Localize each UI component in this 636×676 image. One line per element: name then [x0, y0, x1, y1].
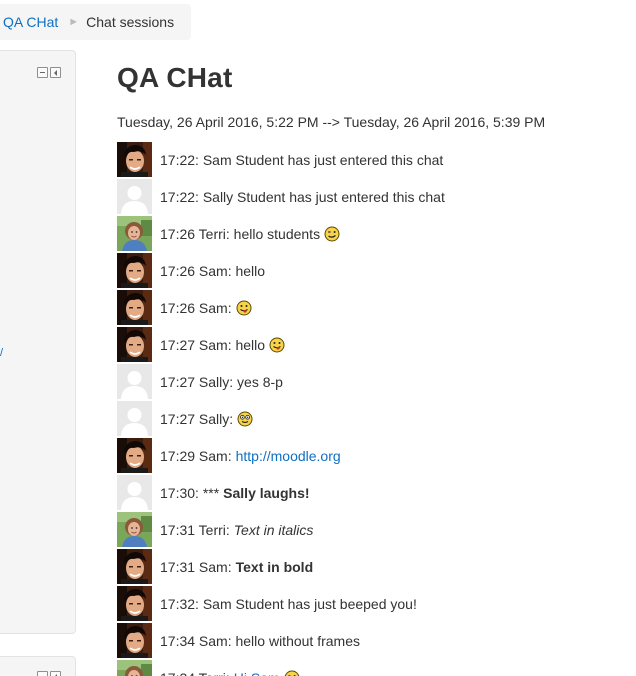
chat-message: 17:26 Terri: hello students: [117, 215, 636, 252]
user-avatar[interactable]: [117, 438, 152, 473]
chat-message-text: 17:26 Terri: hello students: [160, 225, 321, 242]
chat-message-text: 17:31 Sam:: [160, 558, 232, 575]
chat-message-text: 17:32: Sam Student has just beeped you!: [160, 595, 417, 612]
chat-message-text: 17:34 Sam: hello without frames: [160, 632, 360, 649]
chat-message-body: 17:30: *** Sally laughs!: [160, 485, 310, 501]
chat-message-body: 17:34 Terri: Hi Sam: [160, 670, 300, 676]
chat-message-body: 17:29 Sam: http://moodle.org: [160, 448, 341, 464]
chat-message-text: 17:27 Sally: yes 8-p: [160, 373, 283, 390]
session-time-range: Tuesday, 26 April 2016, 5:22 PM --> Tues…: [117, 114, 546, 130]
chat-message-body: 17:34 Sam: hello without frames: [160, 633, 360, 649]
chat-message-text: 17:26 Sam: hello: [160, 262, 266, 279]
chat-message: 17:27 Sam: hello: [117, 326, 636, 363]
user-avatar[interactable]: [117, 623, 152, 658]
hide-block-icon[interactable]: [37, 67, 48, 78]
chat-message-text: 17:29 Sam:: [160, 447, 232, 464]
chat-message-body: 17:22: Sally Student has just entered th…: [160, 189, 445, 205]
wide-eyed-smiley-icon: [233, 411, 253, 427]
chat-message-link[interactable]: http://moodle.org: [236, 448, 341, 464]
user-avatar[interactable]: [117, 253, 152, 288]
chat-message-text: 17:31 Terri:: [160, 521, 230, 538]
chat-message: 17:26 Sam: hello: [117, 252, 636, 289]
breadcrumb-separator-icon: ►: [68, 16, 80, 28]
user-avatar[interactable]: [117, 401, 152, 436]
chat-message: 17:31 Terri: Text in italics: [117, 511, 636, 548]
dock-block-icon[interactable]: [50, 67, 61, 78]
chat-message-link[interactable]: Hi Sam: [234, 670, 280, 676]
side-block-2: [0, 656, 76, 676]
chat-message-text: 17:26 Sam:: [160, 299, 232, 316]
block-controls: [37, 671, 61, 676]
breadcrumb-item-qa-chat[interactable]: QA CHat: [3, 14, 58, 30]
chat-message-text: 17:22: Sally Student has just entered th…: [160, 188, 445, 205]
user-avatar[interactable]: [117, 512, 152, 547]
user-avatar[interactable]: [117, 475, 152, 510]
dock-block-icon[interactable]: [50, 671, 61, 676]
side-block: [0, 50, 76, 634]
chat-message: 17:27 Sally: yes 8-p: [117, 363, 636, 400]
chat-message-body: 17:22: Sam Student has just entered this…: [160, 152, 443, 168]
tongue-smiley-icon: [232, 300, 252, 316]
user-avatar[interactable]: [117, 549, 152, 584]
chat-message: 17:34 Terri: Hi Sam: [117, 659, 636, 676]
chat-message-text: 17:27 Sam: hello: [160, 336, 266, 353]
user-avatar[interactable]: [117, 216, 152, 251]
chat-message-body: 17:27 Sally: yes 8-p: [160, 374, 283, 390]
chat-message-body: 17:31 Terri: Text in italics: [160, 522, 313, 538]
chat-message-body: 17:27 Sally:: [160, 411, 253, 427]
wink-smiley-icon: [280, 670, 300, 676]
user-avatar[interactable]: [117, 327, 152, 362]
chat-message: 17:22: Sam Student has just entered this…: [117, 141, 636, 178]
user-avatar[interactable]: [117, 660, 152, 676]
chat-message-text: 17:22: Sam Student has just entered this…: [160, 151, 444, 168]
main-content: QA CHat Tuesday, 26 April 2016, 5:22 PM …: [117, 0, 636, 676]
page-title: QA CHat: [117, 62, 233, 93]
chat-message-body: 17:27 Sam: hello: [160, 337, 285, 353]
block-controls: [37, 67, 61, 78]
user-avatar[interactable]: [117, 586, 152, 621]
chat-message: 17:29 Sam: http://moodle.org: [117, 437, 636, 474]
chat-message: 17:22: Sally Student has just entered th…: [117, 178, 636, 215]
user-avatar[interactable]: [117, 142, 152, 177]
chat-message: 17:26 Sam:: [117, 289, 636, 326]
chat-message-body: 17:26 Sam:: [160, 300, 252, 316]
hide-block-icon[interactable]: [37, 671, 48, 676]
chat-message: 17:34 Sam: hello without frames: [117, 622, 636, 659]
chat-message-bold-text: Text in bold: [235, 558, 314, 575]
chat-message-text: 17:34 Terri:: [160, 670, 230, 676]
chat-message-italic-text: Text in italics: [233, 521, 314, 538]
chat-message-body: 17:26 Terri: hello students: [160, 226, 340, 242]
side-block-link-fragment[interactable]: /: [0, 347, 4, 359]
chat-message-text: 17:27 Sally:: [160, 410, 234, 427]
chat-message: 17:30: *** Sally laughs!: [117, 474, 636, 511]
user-avatar[interactable]: [117, 364, 152, 399]
chat-message: 17:31 Sam: Text in bold: [117, 548, 636, 585]
chat-message: 17:27 Sally:: [117, 400, 636, 437]
wink-smiley-icon: [320, 226, 340, 242]
chat-message-body: 17:32: Sam Student has just beeped you!: [160, 596, 417, 612]
chat-message-list: 17:22: Sam Student has just entered this…: [117, 141, 636, 676]
chat-message: 17:32: Sam Student has just beeped you!: [117, 585, 636, 622]
chat-message-text: 17:30: ***: [160, 484, 220, 501]
chat-message-body: 17:31 Sam: Text in bold: [160, 559, 313, 575]
chat-message-bold-text: Sally laughs!: [223, 484, 310, 501]
chat-message-body: 17:26 Sam: hello: [160, 263, 265, 279]
user-avatar[interactable]: [117, 179, 152, 214]
user-avatar[interactable]: [117, 290, 152, 325]
tongue-smiley-icon: [265, 337, 285, 353]
